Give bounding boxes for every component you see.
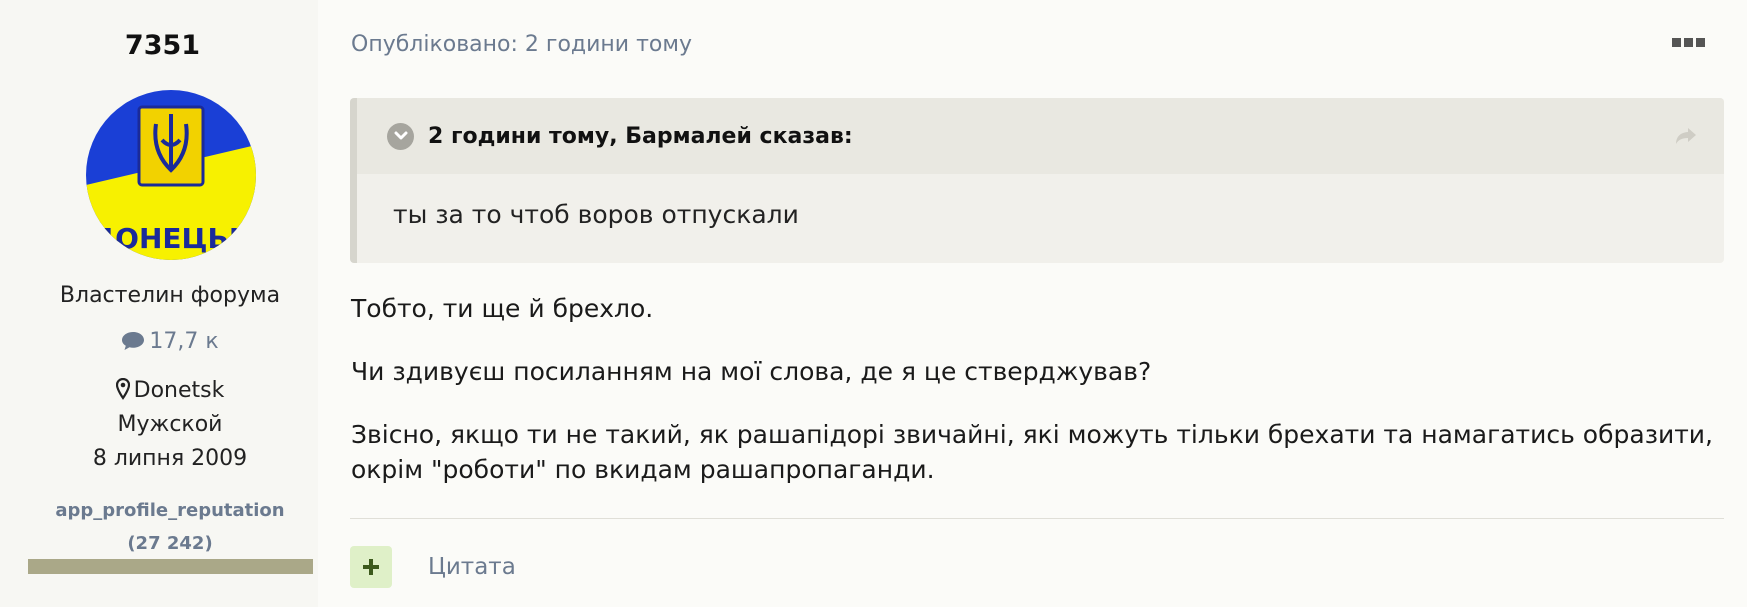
plus-icon	[363, 559, 379, 575]
quote-header: 2 години тому, Бармалей сказав:	[357, 98, 1724, 174]
author-avatar[interactable]: ДОНЕЦЬК	[86, 90, 256, 260]
author-username[interactable]: 7351	[0, 30, 325, 61]
quote-citation: 2 години тому, Бармалей сказав:	[428, 123, 853, 149]
quote-button[interactable]: Цитата	[428, 554, 516, 580]
post-quote: 2 години тому, Бармалей сказав: ты за то…	[350, 98, 1724, 263]
map-marker-icon	[115, 377, 134, 403]
author-panel: 7351 ДОНЕЦЬК Властелин форума 17,7 к Don…	[0, 0, 318, 607]
comment-icon	[121, 329, 149, 354]
author-rank: Властелин форума	[59, 283, 281, 308]
svg-text:ДОНЕЦЬК: ДОНЕЦЬК	[90, 222, 252, 255]
post-count-value: 17,7 к	[149, 329, 219, 354]
more-dot-icon	[1696, 38, 1705, 47]
post-paragraph: Звісно, якщо ти не такий, як рашапідорі …	[351, 420, 1713, 484]
author-joined-date: 8 липня 2009	[92, 446, 248, 471]
post-paragraph: Тобто, ти ще й брехло.	[351, 294, 654, 323]
author-post-count[interactable]: 17,7 к	[0, 329, 340, 354]
reputation-value: (27 242)	[127, 533, 213, 554]
reputation-bar	[28, 559, 313, 574]
post-published-date[interactable]: Опубліковано: 2 години тому	[351, 32, 692, 57]
reputation-label: app_profile_reputation	[55, 500, 285, 521]
add-reaction-button[interactable]	[350, 546, 392, 588]
author-location: Donetsk	[0, 377, 340, 403]
chevron-down-icon[interactable]	[387, 122, 414, 150]
location-value: Donetsk	[133, 378, 225, 403]
author-gender: Мужской	[117, 412, 223, 437]
post-options-button[interactable]	[1672, 38, 1706, 50]
more-dot-icon	[1684, 38, 1693, 47]
more-dot-icon	[1672, 38, 1681, 47]
post-divider	[350, 518, 1724, 519]
post-paragraph: Чи здивуєш посиланням на мої слова, де я…	[351, 357, 1152, 386]
share-arrow-icon[interactable]	[1674, 126, 1698, 150]
quote-text: ты за то чтоб воров отпускали	[393, 200, 799, 229]
